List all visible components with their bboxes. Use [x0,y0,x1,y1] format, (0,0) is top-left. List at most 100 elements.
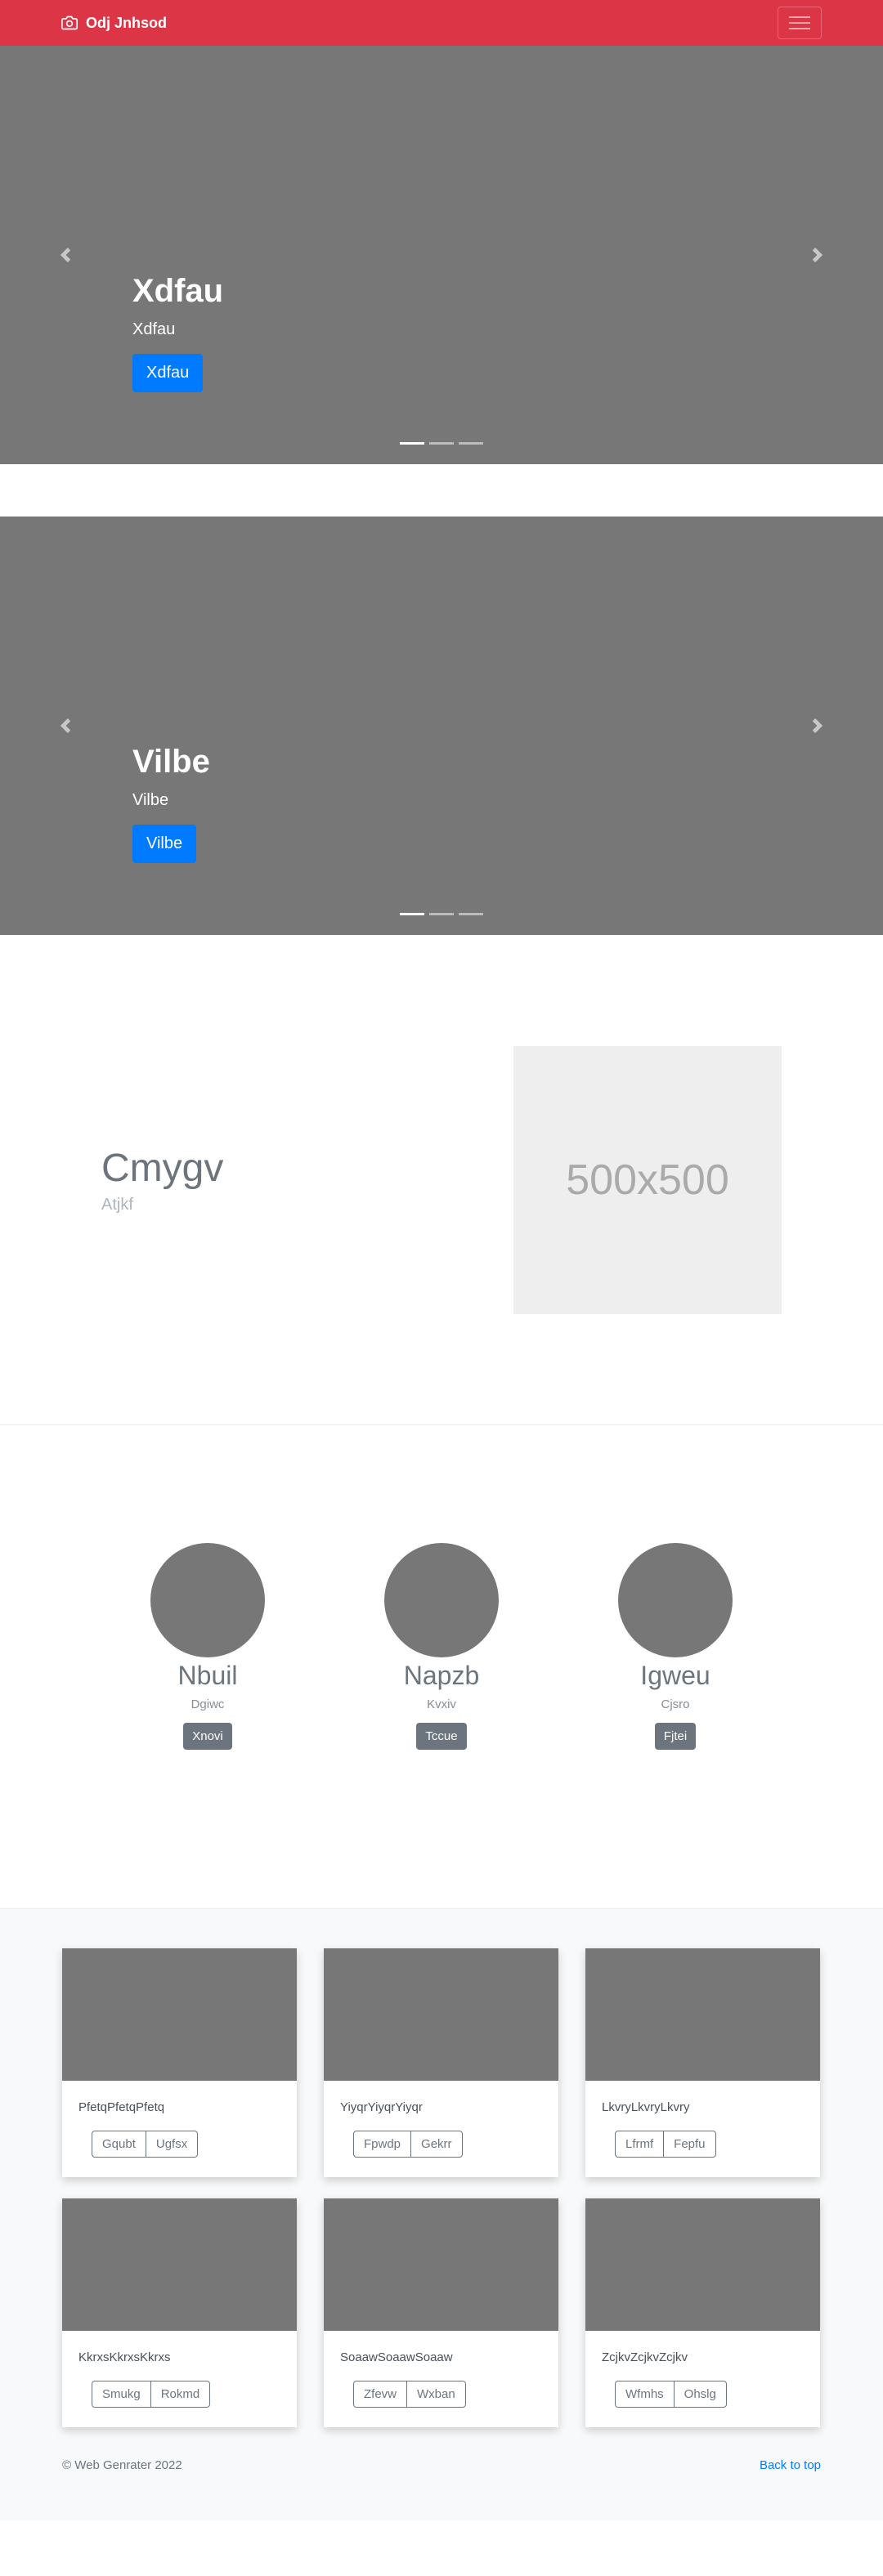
carousel-title: Xdfau [132,273,224,309]
hamburger-icon [789,16,810,29]
member-role: Kvxiv [427,1697,456,1711]
carousel-text: Vilbe [132,791,169,809]
member-button[interactable]: Fjtei [654,1723,697,1750]
carousel-prev-control[interactable] [49,709,82,742]
feature-heading: Cmygv [101,1147,224,1191]
card: SoaawSoaawSoaaw Zfevw Wxban [324,2198,558,2427]
card-body: LkvryLkvryLkvry Lfrmf Fepfu [585,2081,820,2158]
card: KkrxsKkrxsKkrxs Smukg Rokmd [62,2198,297,2427]
card: LkvryLkvryLkvry Lfrmf Fepfu [585,1948,820,2177]
footer: © Web Genrater 2022 Back to top [0,2458,883,2520]
carousel-title: Vilbe [132,744,210,780]
carousel-1: Xdfau Xdfau Xdfau [0,46,883,464]
chevron-right-icon [812,248,823,262]
member-button[interactable]: Tccue [416,1723,467,1750]
carousel-2: Vilbe Vilbe Vilbe [0,517,883,935]
card-button-group: Lfrmf Fepfu [615,2131,716,2158]
camera-icon [61,16,78,30]
card-button-secondary[interactable]: Ugfsx [146,2131,199,2158]
avatar [384,1543,499,1657]
team-member: Igweu Cjsro Fjtei [618,1543,733,1908]
member-button[interactable]: Xnovi [183,1723,232,1750]
feature-subheading: Atjkf [101,1195,133,1214]
card: ZcjkvZcjkvZcjkv Wfmhs Ohslg [585,2198,820,2427]
carousel-caption: Xdfau Xdfau Xdfau [132,271,223,392]
card-button-primary[interactable]: Lfrmf [615,2131,665,2158]
card-body: YiyqrYiyqrYiyqr Fpwdp Gekrr [324,2081,558,2158]
card-button-secondary[interactable]: Fepfu [664,2131,716,2158]
member-role: Dgiwc [190,1697,225,1711]
placeholder-label: 500x500 [566,1156,729,1204]
card-button-secondary[interactable]: Ohslg [674,2381,727,2408]
carousel-indicator[interactable] [429,442,454,445]
chevron-right-icon [812,718,823,733]
carousel-prev-control[interactable] [49,239,82,271]
carousel-indicator[interactable] [459,913,483,915]
card-body: ZcjkvZcjkvZcjkv Wfmhs Ohslg [585,2331,820,2408]
team-member: Napzb Kvxiv Tccue [384,1543,499,1908]
carousel-next-control[interactable] [801,239,834,271]
member-name: Napzb [403,1661,480,1690]
card-button-primary[interactable]: Gqubt [92,2131,146,2158]
card-button-group: Fpwdp Gekrr [353,2131,463,2158]
card-body: KkrxsKkrxsKkrxs Smukg Rokmd [62,2331,297,2408]
card-button-group: Zfevw Wxban [353,2381,466,2408]
team-member: Nbuil Dgiwc Xnovi [150,1543,265,1908]
back-to-top-link[interactable]: Back to top [760,2458,821,2472]
cards-section: PfetqPfetqPfetq Gqubt Ugfsx YiyqrYiyqrYi… [0,1909,883,2458]
card-text: SoaawSoaawSoaaw [340,2350,453,2364]
card-thumbnail [324,1948,558,2081]
carousel-indicators [0,442,883,445]
card-text: KkrxsKkrxsKkrxs [78,2350,171,2364]
card-thumbnail [585,2198,820,2331]
card-thumbnail [62,2198,297,2331]
card-body: PfetqPfetqPfetq Gqubt Ugfsx [62,2081,297,2158]
avatar [150,1543,265,1657]
carousel-indicator[interactable] [429,913,454,915]
chevron-left-icon [60,248,71,262]
card-button-secondary[interactable]: Rokmd [150,2381,211,2408]
carousel-indicators [0,913,883,915]
card-thumbnail [62,1948,297,2081]
avatar [618,1543,733,1657]
carousel-indicator[interactable] [459,442,483,445]
carousel-indicator[interactable] [400,442,424,445]
card-button-group: Wfmhs Ohslg [615,2381,727,2408]
card-button-secondary[interactable]: Wxban [407,2381,466,2408]
navbar: Odj Jnhsod [0,0,883,46]
card-body: SoaawSoaawSoaaw Zfevw Wxban [324,2331,558,2408]
carousel-cta-button[interactable]: Vilbe [132,825,197,863]
carousel-text: Xdfau [132,320,176,338]
brand-label: Odj Jnhsod [86,14,167,31]
card-text: PfetqPfetqPfetq [78,2100,165,2114]
card-text: YiyqrYiyqrYiyqr [340,2100,423,2114]
member-name: Igweu [640,1661,710,1690]
carousel-indicator[interactable] [400,913,424,915]
card-button-primary[interactable]: Fpwdp [353,2131,412,2158]
card-button-primary[interactable]: Wfmhs [615,2381,675,2408]
feature-text: Cmygv Atjkf [101,1145,513,1214]
card-button-secondary[interactable]: Gekrr [411,2131,463,2158]
feature-section: Cmygv Atjkf 500x500 [0,935,883,1425]
member-role: Cjsro [661,1697,690,1711]
cards-grid: PfetqPfetqPfetq Gqubt Ugfsx YiyqrYiyqrYi… [62,1948,821,2427]
navbar-toggler-button[interactable] [778,7,822,39]
carousel-next-control[interactable] [801,709,834,742]
card-button-group: Smukg Rokmd [92,2381,211,2408]
card-text: ZcjkvZcjkvZcjkv [602,2350,688,2364]
card-thumbnail [585,1948,820,2081]
card-button-group: Gqubt Ugfsx [92,2131,199,2158]
navbar-brand[interactable]: Odj Jnhsod [61,15,167,32]
carousel-caption: Vilbe Vilbe Vilbe [132,742,210,863]
card-button-primary[interactable]: Zfevw [353,2381,408,2408]
card-text: LkvryLkvryLkvry [602,2100,690,2114]
card-button-primary[interactable]: Smukg [92,2381,151,2408]
copyright-text: © Web Genrater 2022 [62,2458,182,2472]
card-thumbnail [324,2198,558,2331]
feature-image-placeholder: 500x500 [513,1045,782,1314]
carousel-cta-button[interactable]: Xdfau [132,354,204,392]
chevron-left-icon [60,718,71,733]
team-section: Nbuil Dgiwc Xnovi Napzb Kvxiv Tccue Igwe… [0,1425,883,1909]
member-name: Nbuil [177,1661,238,1690]
